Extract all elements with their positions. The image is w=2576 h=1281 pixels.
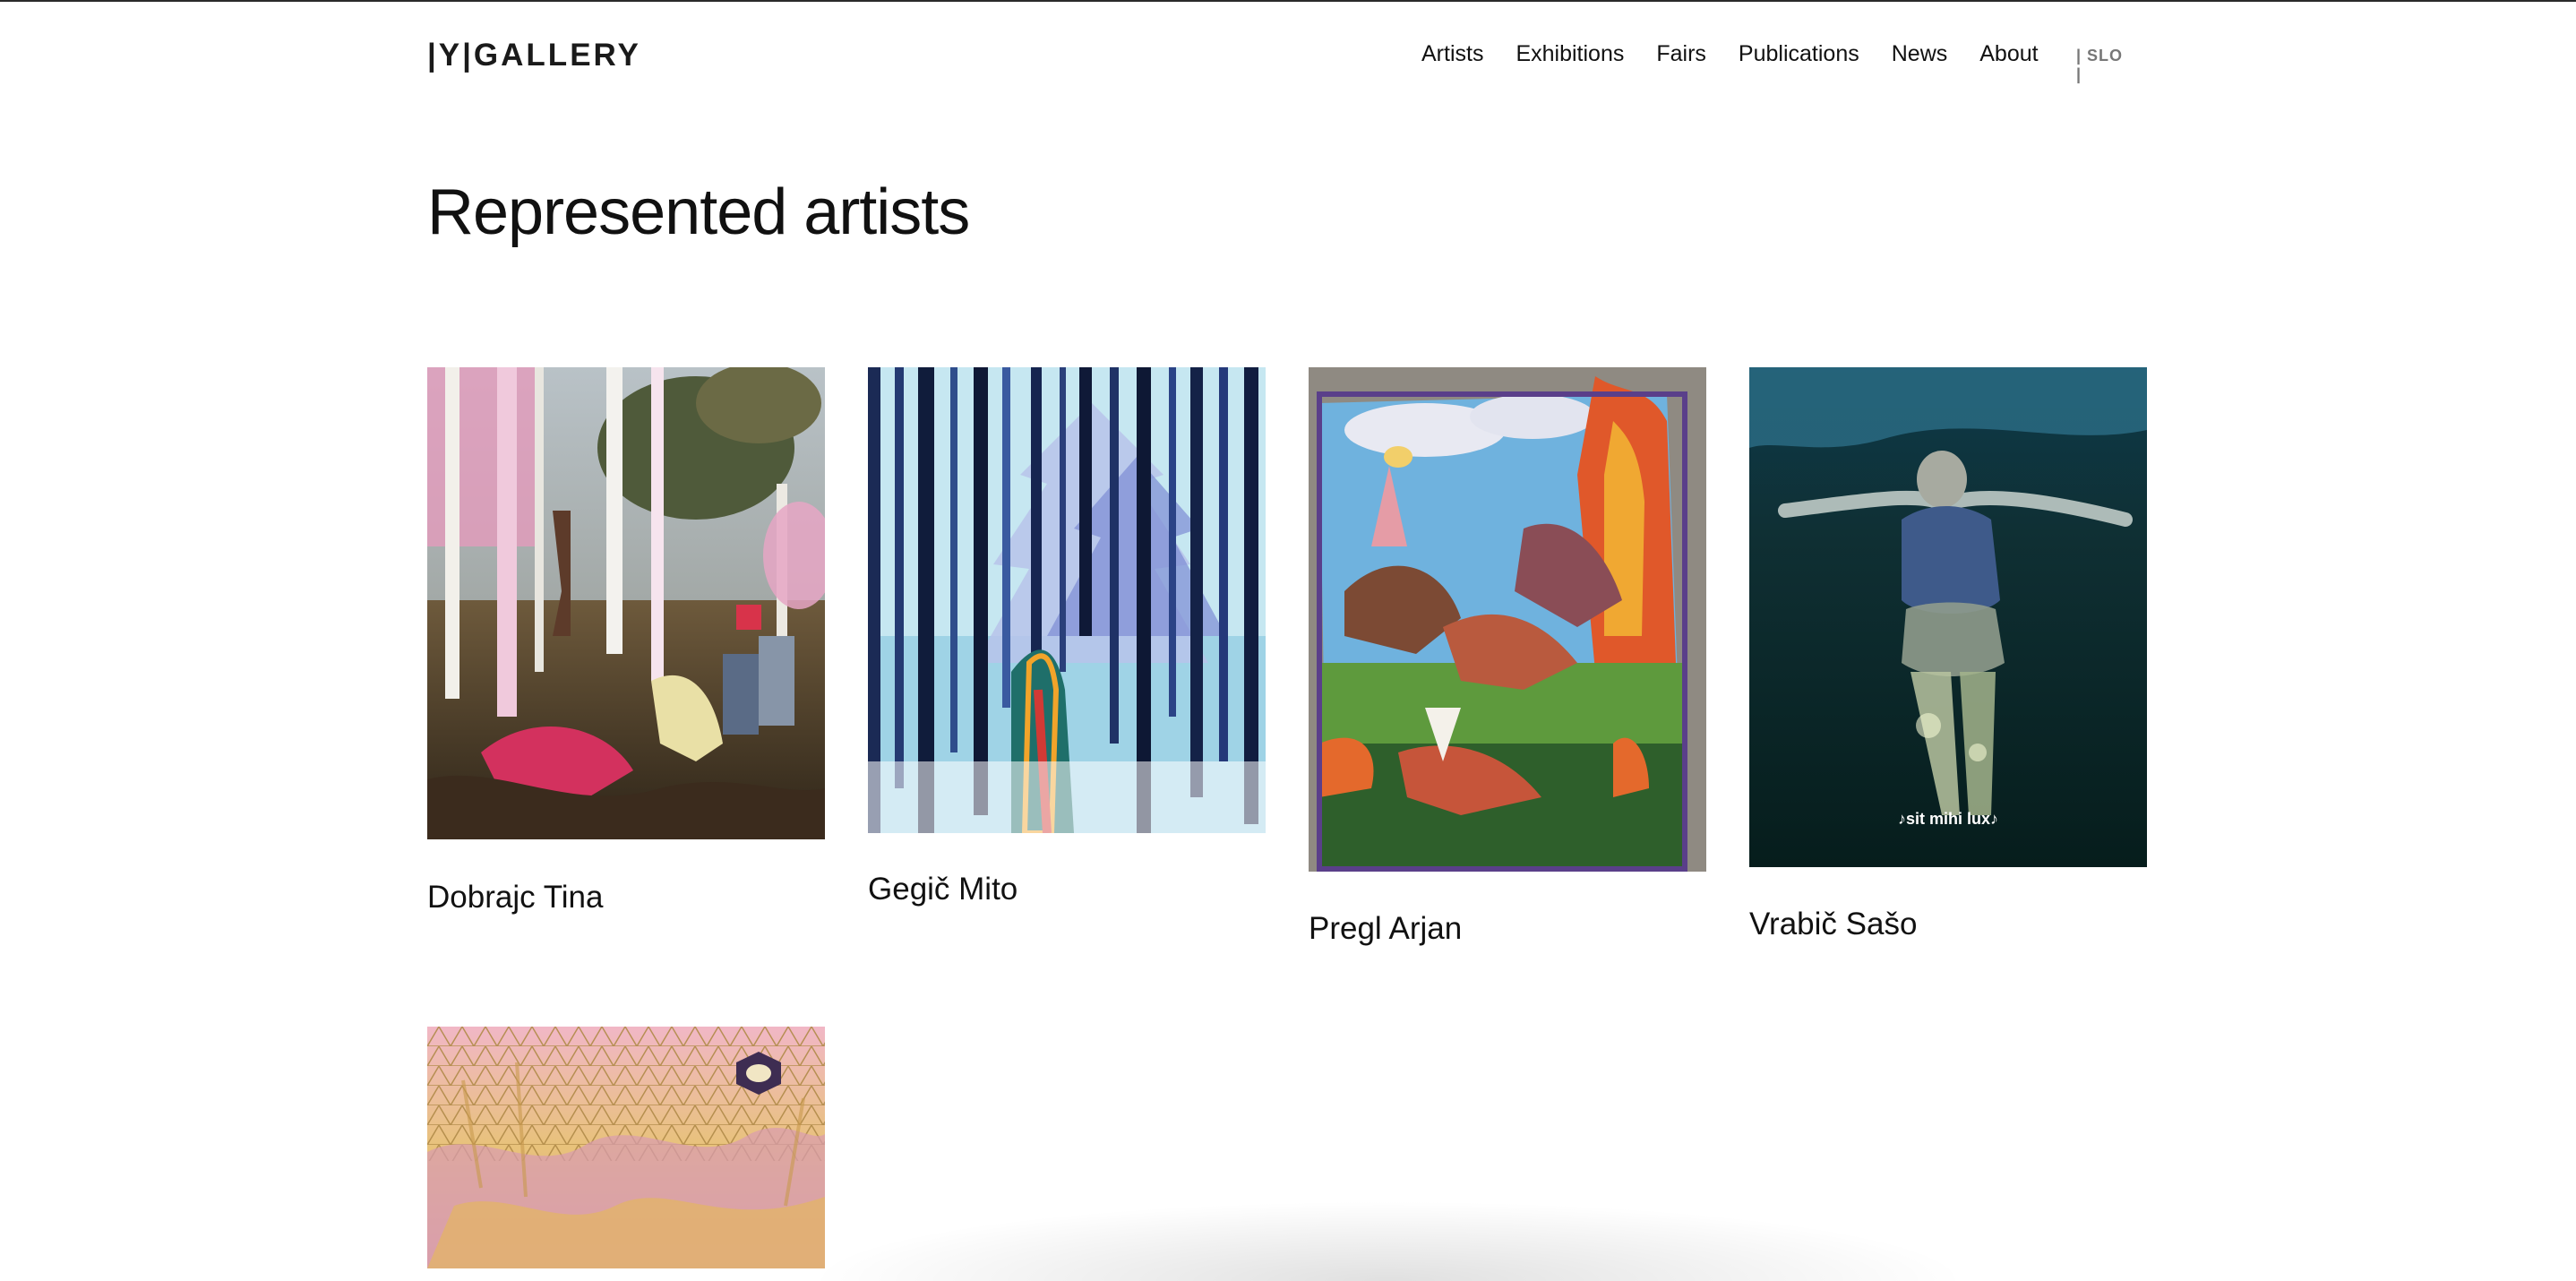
gallery-logo[interactable]: |Y|GALLERY (427, 38, 641, 73)
nav-news[interactable]: News (1892, 41, 1948, 67)
artwork-image[interactable] (868, 367, 1266, 833)
language-switch-slo[interactable]: | SLO | (2076, 47, 2129, 84)
site-header: |Y|GALLERY Artists Exhibitions Fairs Pub… (427, 32, 2129, 83)
artwork-image[interactable] (427, 367, 825, 839)
artist-name[interactable]: Gegič Mito (868, 872, 1018, 907)
nav-artists[interactable]: Artists (1421, 41, 1483, 67)
artist-name[interactable]: Dobrajc Tina (427, 880, 603, 916)
artwork-image[interactable]: ♪sit mihi lux♪ (1749, 367, 2147, 867)
nav-fairs[interactable]: Fairs (1656, 41, 1706, 67)
window-bottom-shadow (806, 1200, 1971, 1281)
nav-publications[interactable]: Publications (1739, 41, 1859, 67)
main-nav: Artists Exhibitions Fairs Publications N… (1421, 41, 2071, 67)
page-title: Represented artists (427, 176, 970, 248)
artwork-image[interactable] (427, 1027, 825, 1268)
window-top-border (0, 0, 2576, 2)
artwork-image[interactable] (1309, 367, 1706, 872)
nav-exhibitions[interactable]: Exhibitions (1516, 41, 1624, 67)
nav-about[interactable]: About (1979, 41, 2038, 67)
artist-name[interactable]: Pregl Arjan (1309, 911, 1462, 947)
artist-name[interactable]: Vrabič Sašo (1749, 907, 1917, 942)
artwork-caption: ♪sit mihi lux♪ (1898, 810, 1998, 828)
